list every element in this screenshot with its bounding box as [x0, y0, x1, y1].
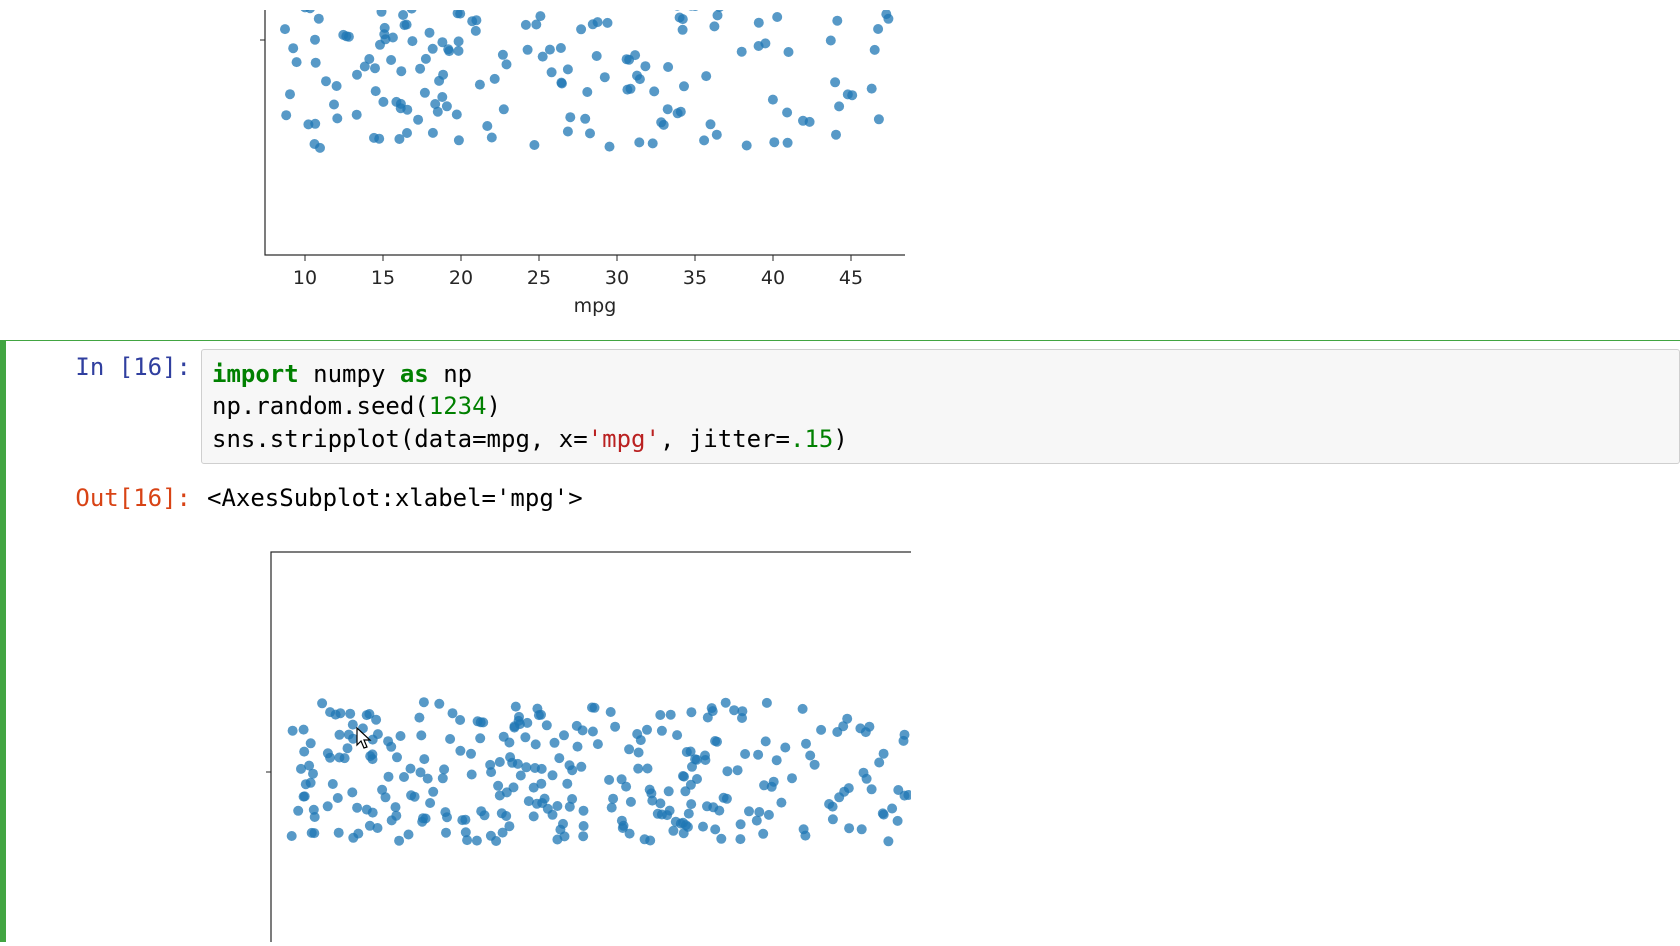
plot-frame — [265, 10, 905, 255]
stripplot-bottom — [211, 522, 911, 942]
xtick-label: 25 — [527, 267, 551, 289]
notebook: 10 15 20 25 30 35 40 45 mpg — [0, 0, 1680, 942]
scatter-points-bottom — [287, 697, 911, 846]
xtick-label: 35 — [683, 267, 707, 289]
cell-16[interactable]: In [16]: import numpy as np np.random.se… — [0, 340, 1680, 942]
xtick-label: 45 — [839, 267, 863, 289]
plot-output-prev: 10 15 20 25 30 35 40 45 mpg — [0, 0, 1680, 340]
cell-input-row: In [16]: import numpy as np np.random.se… — [6, 341, 1680, 472]
xtick-label: 15 — [371, 267, 395, 289]
code-input[interactable]: import numpy as np np.random.seed(1234) … — [201, 349, 1680, 464]
output-text: <AxesSubplot:xlabel='mpg'> — [201, 472, 1680, 512]
cell-prev-output: 10 15 20 25 30 35 40 45 mpg — [0, 0, 1680, 340]
out-prompt: Out[16]: — [6, 472, 201, 512]
stripplot-top: 10 15 20 25 30 35 40 45 mpg — [205, 10, 905, 340]
xtick-label: 10 — [293, 267, 317, 289]
in-prompt: In [16]: — [6, 341, 201, 381]
xlabel-top: mpg — [574, 295, 617, 317]
plot-frame — [271, 552, 911, 942]
scatter-points-top — [280, 10, 905, 153]
xtick-label: 30 — [605, 267, 629, 289]
xtick-label: 20 — [449, 267, 473, 289]
plot-output-16 — [6, 512, 1680, 942]
xtick-label: 40 — [761, 267, 785, 289]
cell-output-row: Out[16]: <AxesSubplot:xlabel='mpg'> — [6, 472, 1680, 512]
xaxis-top: 10 15 20 25 30 35 40 45 — [293, 255, 863, 289]
